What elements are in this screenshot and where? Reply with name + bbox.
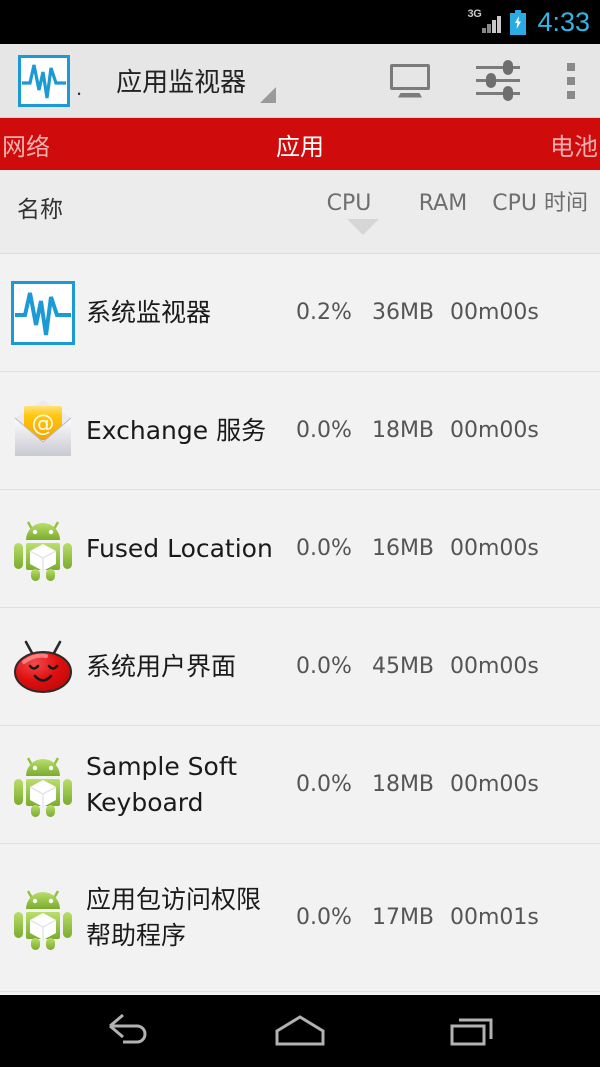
- monitor-button[interactable]: [366, 44, 454, 118]
- app-cpu-time: 00m00s: [450, 772, 539, 797]
- tab-apps[interactable]: 应用: [276, 127, 324, 162]
- waveform-glyph: [22, 64, 66, 98]
- app-ram: 17MB: [371, 905, 435, 930]
- overflow-menu-button[interactable]: [542, 44, 600, 118]
- android-robot-icon: [14, 520, 72, 581]
- action-bar: . 应用监视器: [0, 44, 600, 118]
- app-ram: 18MB: [371, 772, 435, 797]
- monitor-icon: [390, 63, 430, 98]
- column-header-ram[interactable]: RAM: [408, 190, 478, 217]
- app-cpu: 0.0%: [296, 905, 352, 930]
- app-cpu: 0.0%: [296, 418, 352, 443]
- app-cpu: 0.0%: [296, 654, 352, 679]
- app-cpu: 0.0%: [296, 772, 352, 797]
- android-robot-icon: [14, 756, 72, 817]
- app-name: 应用包访问权限帮助程序: [86, 884, 262, 950]
- phone-screen: 3G 4:33 . 应用监视器 网络 应用 电池 名称 CPU RAM CPU …: [0, 0, 600, 1067]
- table-row[interactable]: Sample Soft Keyboard 0.0% 18MB 00m00s: [0, 726, 600, 844]
- tab-battery[interactable]: 电池: [550, 127, 600, 162]
- row-icon-cell: [0, 885, 86, 951]
- row-icon-cell: [0, 280, 86, 345]
- jellybean-icon: [14, 640, 72, 693]
- app-list[interactable]: 系统监视器 0.2% 36MB 00m00s @ Exchange 服务 0.0…: [0, 254, 600, 995]
- nav-recents-button[interactable]: [413, 995, 533, 1067]
- table-row[interactable]: Fused Location 0.0% 16MB 00m00s: [0, 490, 600, 608]
- tab-bar: 网络 应用 电池: [0, 118, 600, 170]
- app-ram: 16MB: [371, 536, 435, 561]
- nav-home-button[interactable]: [240, 995, 360, 1067]
- table-row[interactable]: @ Exchange 服务 0.0% 18MB 00m00s: [0, 372, 600, 490]
- sort-descending-caret-icon: [347, 219, 379, 235]
- android-robot-icon: [14, 889, 72, 950]
- column-header-cpu[interactable]: CPU: [316, 190, 382, 217]
- app-ram: 36MB: [371, 300, 435, 325]
- home-icon: [275, 1015, 325, 1046]
- navigation-bar: [0, 995, 600, 1067]
- app-name: Exchange 服务: [86, 415, 267, 445]
- table-row[interactable]: 系统监视器 0.2% 36MB 00m00s: [0, 254, 600, 372]
- signal-bars-icon: 3G: [467, 8, 502, 35]
- page-title: 应用监视器: [116, 68, 247, 98]
- app-cpu: 0.2%: [296, 300, 352, 325]
- app-cpu-time: 00m00s: [450, 536, 539, 561]
- tab-network[interactable]: 网络: [0, 127, 50, 162]
- svg-text:@: @: [32, 411, 55, 437]
- app-cpu-time: 00m00s: [450, 654, 539, 679]
- app-name: Fused Location: [86, 533, 273, 563]
- app-name: 系统用户界面: [86, 651, 237, 681]
- email-envelope-icon: @: [14, 399, 72, 456]
- table-row[interactable]: 应用包访问权限帮助程序 0.0% 17MB 00m01s: [0, 844, 600, 992]
- sliders-icon: [476, 59, 520, 101]
- waveform-glyph: [15, 292, 71, 335]
- row-icon-cell: [0, 634, 86, 700]
- charging-bolt-icon: [515, 15, 522, 29]
- network-type-label: 3G: [467, 8, 482, 20]
- app-cpu: 0.0%: [296, 536, 352, 561]
- battery-charging-icon: [510, 9, 527, 35]
- waveform-app-icon[interactable]: [18, 54, 70, 107]
- row-icon-cell: [0, 752, 86, 818]
- recent-apps-icon: [450, 1018, 493, 1046]
- column-header-cpu-time[interactable]: CPU 时间: [492, 190, 588, 217]
- dropdown-caret-icon[interactable]: [260, 87, 277, 103]
- row-icon-cell: @: [0, 398, 86, 464]
- app-name: 系统监视器: [86, 297, 212, 327]
- app-cpu-time: 00m01s: [450, 905, 539, 930]
- app-name: Sample Soft Keyboard: [86, 751, 238, 817]
- settings-button[interactable]: [454, 44, 542, 118]
- app-cpu-time: 00m00s: [450, 418, 539, 443]
- app-cpu-time: 00m00s: [450, 300, 539, 325]
- status-bar: 3G 4:33: [0, 0, 600, 44]
- more-vertical-icon: [567, 62, 575, 99]
- column-header-name[interactable]: 名称: [17, 190, 63, 224]
- row-icon-cell: [0, 516, 86, 582]
- logo-separator-dot: .: [76, 74, 83, 100]
- nav-back-button[interactable]: [67, 995, 187, 1067]
- table-row[interactable]: 系统用户界面 0.0% 45MB 00m00s: [0, 608, 600, 726]
- back-arrow-icon: [108, 1013, 147, 1044]
- status-bar-clock: 4:33: [537, 6, 590, 37]
- app-ram: 45MB: [371, 654, 435, 679]
- column-header-row: 名称 CPU RAM CPU 时间: [0, 170, 600, 254]
- waveform-app-icon: [11, 280, 75, 345]
- app-ram: 18MB: [371, 418, 435, 443]
